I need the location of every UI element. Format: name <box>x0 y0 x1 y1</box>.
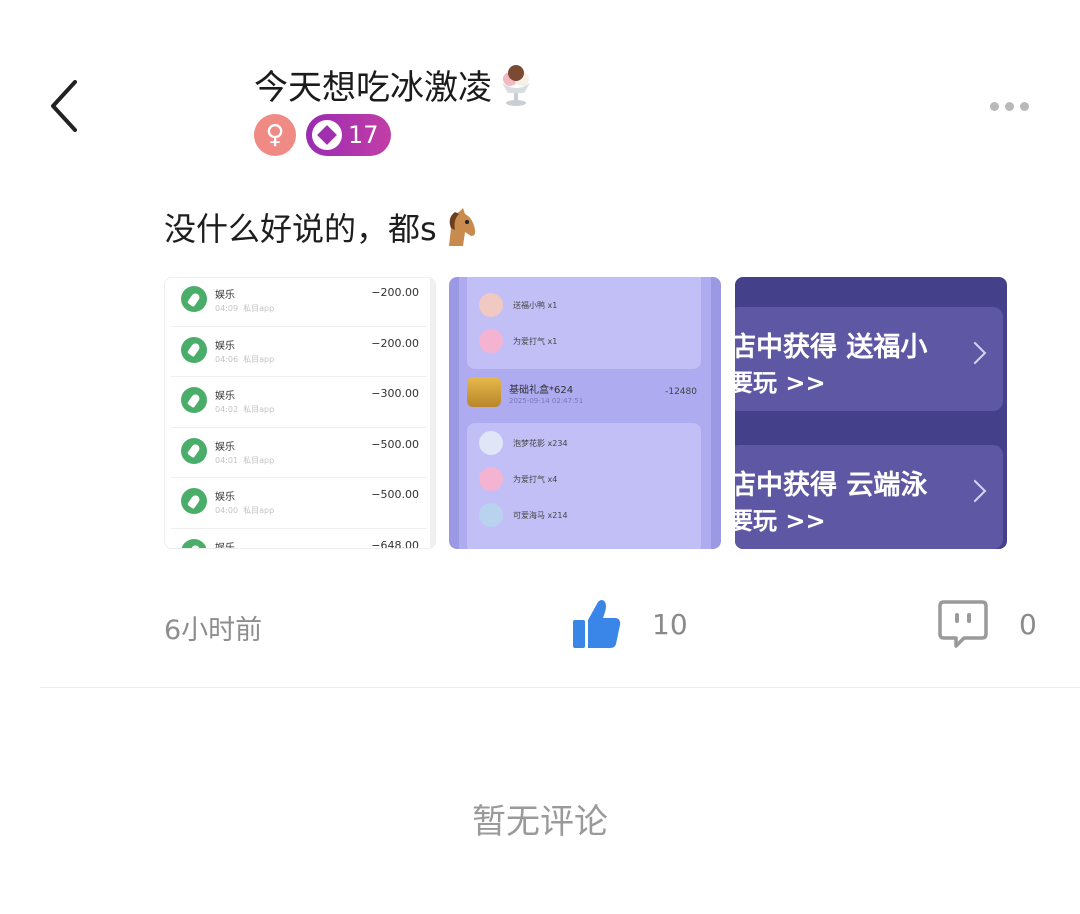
thumbs-up-icon <box>573 600 621 648</box>
post-image-1[interactable]: 娱乐 04:09 私目app −200.00 娱乐 04:06 私目app −2… <box>164 277 436 549</box>
horse-emoji-icon <box>448 208 475 246</box>
comment-bubble-icon <box>938 600 988 648</box>
level-value: 17 <box>348 121 379 149</box>
transaction-list: 娱乐 04:09 私目app −200.00 娱乐 04:06 私目app −2… <box>171 278 427 548</box>
promo-banner: 店中获得 云端泳 要玩 >> <box>735 445 1003 549</box>
transaction-row: 娱乐 04:09 私目app −200.00 <box>171 278 427 327</box>
post-text: 没什么好说的，都s <box>164 204 479 250</box>
gift-row: 可爱海马 x214 <box>479 503 568 527</box>
level-badge: 17 <box>306 114 391 156</box>
comment-button[interactable] <box>936 598 990 652</box>
microphone-icon <box>181 286 207 312</box>
transaction-row: 娱乐 04:06 私目app −200.00 <box>171 327 427 377</box>
female-icon: ♀ <box>265 120 285 150</box>
back-button[interactable] <box>38 74 90 138</box>
gift-row: 为爱打气 x1 <box>479 329 557 353</box>
user-badges: ♀ 17 <box>254 114 391 156</box>
chevron-right-icon <box>963 341 987 365</box>
microphone-icon <box>181 336 207 363</box>
divider <box>40 687 1080 688</box>
promo-banner: 店中获得 送福小 要玩 >> <box>735 307 1003 411</box>
duck-gift-icon <box>479 293 503 317</box>
post-timestamp: 6小时前 <box>164 615 263 646</box>
microphone-icon <box>181 488 207 514</box>
transaction-row: 娱乐 −648.00 <box>171 529 427 548</box>
ice-cream-emoji-icon <box>502 64 530 106</box>
more-options-button[interactable] <box>978 90 1040 122</box>
chevron-right-icon <box>963 479 987 503</box>
heart-gift-icon <box>479 467 503 491</box>
female-gender-badge: ♀ <box>254 114 296 156</box>
post-image-3[interactable]: 店中获得 送福小 要玩 >> 店中获得 云端泳 要玩 >> <box>735 277 1007 549</box>
username[interactable]: 今天想吃冰激凌 <box>254 60 492 109</box>
treasure-chest-icon <box>467 377 501 407</box>
empty-comments-text: 暂无评论 <box>472 802 608 842</box>
like-count: 10 <box>652 608 688 641</box>
microphone-icon <box>181 437 207 464</box>
gift-card: 送福小鸭 x1 为爱打气 x1 <box>467 277 701 369</box>
heart-gift-icon <box>479 329 503 353</box>
comment-count: 0 <box>1019 608 1037 641</box>
chevron-left-icon <box>51 80 77 132</box>
microphone-icon <box>181 538 207 548</box>
diamond-icon <box>312 120 342 150</box>
transaction-row: 娱乐 04:00 私目app −500.00 <box>171 478 427 529</box>
seahorse-gift-icon <box>479 503 503 527</box>
gift-row: 为爱打气 x4 <box>479 467 557 491</box>
transaction-row: 娱乐 04:01 私目app −500.00 <box>171 428 427 478</box>
username-row[interactable]: 今天想吃冰激凌 <box>254 60 536 109</box>
gift-row: 送福小鸭 x1 <box>479 293 557 317</box>
gift-card: 泡梦花影 x234 为爱打气 x4 可爱海马 x214 <box>467 423 701 549</box>
more-dots-icon <box>989 101 999 111</box>
like-button[interactable] <box>570 596 622 652</box>
microphone-icon <box>181 387 207 413</box>
transaction-row: 娱乐 04:02 私目app −300.00 <box>171 377 427 428</box>
gift-row: 泡梦花影 x234 <box>479 431 568 455</box>
flower-gift-icon <box>479 431 503 455</box>
post-content: 没什么好说的，都s <box>164 210 437 248</box>
post-image-2[interactable]: 送福小鸭 x1 为爱打气 x1 基础礼盒*624 2025-09-14 02:4… <box>449 277 721 549</box>
chest-row: 基础礼盒*624 2025-09-14 02:47:51 -12480 <box>467 375 705 415</box>
